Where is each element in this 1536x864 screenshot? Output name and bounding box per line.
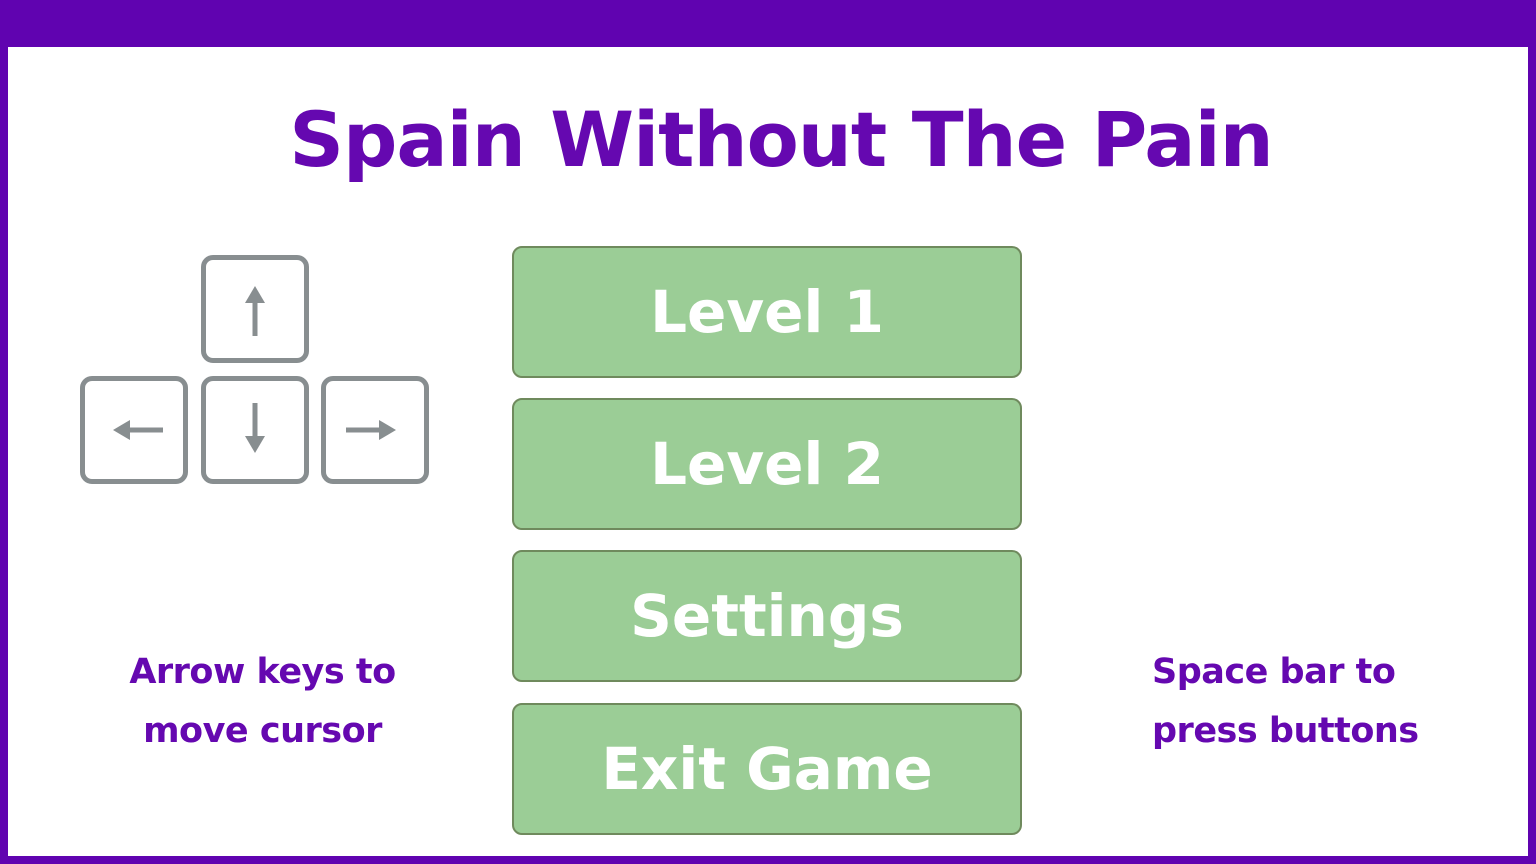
arrow-down-key-icon — [201, 376, 309, 484]
press-hint-line-2: press buttons — [1152, 711, 1419, 751]
arrow-left-key-icon — [80, 376, 188, 484]
press-hint-line-1: Space bar to — [1152, 652, 1396, 692]
level-1-button[interactable]: Level 1 — [512, 246, 1022, 378]
exit-game-button[interactable]: Exit Game — [512, 703, 1022, 835]
arrow-right-key-icon — [321, 376, 429, 484]
arrow-keys-diagram — [80, 255, 435, 488]
move-hint-line-2: move cursor — [143, 711, 382, 751]
level-2-button[interactable]: Level 2 — [512, 398, 1022, 530]
game-title: Spain Without The Pain — [289, 95, 1274, 184]
press-buttons-hint: Space bar to press buttons — [1152, 643, 1492, 761]
move-hint-line-1: Arrow keys to — [129, 652, 396, 692]
arrow-up-key-icon — [201, 255, 309, 363]
settings-button[interactable]: Settings — [512, 550, 1022, 682]
move-cursor-hint: Arrow keys to move cursor — [100, 643, 425, 761]
